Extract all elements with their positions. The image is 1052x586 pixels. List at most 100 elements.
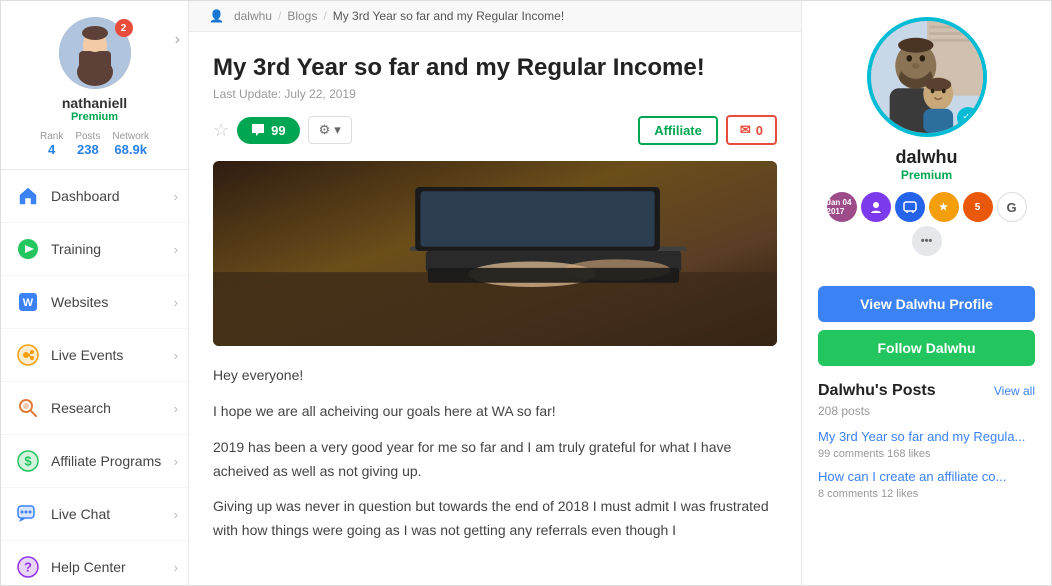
author-profile-card: ★ dalwhu Premium Jan 04 2017 ★ 5 G ••• bbox=[818, 17, 1035, 270]
author-avatar: ★ bbox=[867, 17, 987, 137]
help-center-chevron: › bbox=[174, 560, 178, 575]
post-date: Last Update: July 22, 2019 bbox=[213, 87, 777, 101]
author-premium: Premium bbox=[901, 168, 952, 182]
dashboard-label: Dashboard bbox=[51, 188, 120, 204]
right-sidebar: ★ dalwhu Premium Jan 04 2017 ★ 5 G ••• V… bbox=[801, 1, 1051, 585]
star-icon[interactable]: ☆ bbox=[213, 120, 229, 141]
settings-button[interactable]: ⚙ ▾ bbox=[308, 116, 352, 144]
user-icon: 👤 bbox=[209, 9, 224, 23]
gear-icon: ⚙ bbox=[319, 122, 331, 138]
sidebar-item-research[interactable]: Research › bbox=[1, 382, 188, 435]
profile-nav-arrow[interactable]: › bbox=[175, 31, 180, 49]
posts-section-title: Dalwhu's Posts bbox=[818, 382, 936, 400]
video-icon bbox=[15, 342, 41, 368]
breadcrumb-sep1: / bbox=[278, 9, 281, 23]
live-chat-chevron: › bbox=[174, 507, 178, 522]
sidebar-item-websites[interactable]: W Websites › bbox=[1, 276, 188, 329]
notification-badge: 2 bbox=[115, 19, 133, 37]
settings-chevron: ▾ bbox=[334, 122, 341, 138]
research-label: Research bbox=[51, 400, 111, 416]
badge-more: ••• bbox=[912, 226, 942, 256]
research-icon bbox=[15, 395, 41, 421]
rank-value: 4 bbox=[48, 142, 55, 157]
stats-row: Rank 4 Posts 238 Network 68.9k bbox=[40, 131, 149, 157]
question-icon: ? bbox=[15, 554, 41, 580]
play-icon bbox=[15, 236, 41, 262]
post-link-title-2[interactable]: How can I create an affiliate co... bbox=[818, 468, 1035, 486]
sidebar-item-training[interactable]: Training › bbox=[1, 223, 188, 276]
home-icon bbox=[15, 183, 41, 209]
posts-value: 238 bbox=[77, 142, 99, 157]
affiliate-button[interactable]: Affiliate bbox=[638, 116, 718, 145]
badge-5: 5 bbox=[963, 192, 993, 222]
posts-label: Posts bbox=[75, 131, 100, 142]
author-name: dalwhu bbox=[896, 147, 958, 168]
help-center-label: Help Center bbox=[51, 559, 126, 575]
sidebar-profile: 2 › nathaniell Premium Rank 4 Posts 238 … bbox=[1, 1, 188, 170]
breadcrumb-current: My 3rd Year so far and my Regular Income… bbox=[333, 9, 564, 23]
sidebar-item-live-chat[interactable]: Live Chat › bbox=[1, 488, 188, 541]
research-chevron: › bbox=[174, 401, 178, 416]
view-all-link[interactable]: View all bbox=[994, 384, 1035, 398]
sidebar-item-help-center[interactable]: ? Help Center › bbox=[1, 541, 188, 585]
view-profile-button[interactable]: View Dalwhu Profile bbox=[818, 286, 1035, 322]
live-events-label: Live Events bbox=[51, 347, 123, 363]
post-paragraph-2: I hope we are all acheiving our goals he… bbox=[213, 400, 777, 424]
post-hero-image bbox=[213, 161, 777, 346]
post-actions: ☆ 99 ⚙ ▾ Affiliate ✉ bbox=[213, 115, 777, 145]
post-link-title-1[interactable]: My 3rd Year so far and my Regula... bbox=[818, 428, 1035, 446]
affiliate-programs-chevron: › bbox=[174, 454, 178, 469]
badge-blue bbox=[895, 192, 925, 222]
post-paragraph-1: Hey everyone! bbox=[213, 364, 777, 388]
breadcrumb-user[interactable]: dalwhu bbox=[234, 9, 272, 23]
posts-header: Dalwhu's Posts View all bbox=[818, 382, 1035, 400]
post-area: My 3rd Year so far and my Regular Income… bbox=[189, 32, 801, 585]
mail-button[interactable]: ✉ 0 bbox=[726, 115, 777, 145]
training-chevron: › bbox=[174, 242, 178, 257]
training-label: Training bbox=[51, 241, 101, 257]
badge-2017: Jan 04 2017 bbox=[827, 192, 857, 222]
comment-icon bbox=[251, 123, 265, 137]
svg-text:?: ? bbox=[24, 560, 32, 575]
svg-text:$: $ bbox=[24, 454, 32, 469]
sidebar-nav: Dashboard › Training › bbox=[1, 170, 188, 585]
breadcrumb-sep2: / bbox=[323, 9, 326, 23]
avatar: 2 bbox=[59, 17, 131, 89]
comment-count: 99 bbox=[271, 123, 285, 138]
post-title: My 3rd Year so far and my Regular Income… bbox=[213, 52, 777, 83]
mail-icon: ✉ bbox=[740, 122, 751, 138]
chat-icon bbox=[15, 501, 41, 527]
author-posts-section: Dalwhu's Posts View all 208 posts My 3rd… bbox=[818, 382, 1035, 500]
sidebar-item-affiliate-programs[interactable]: $ Affiliate Programs › bbox=[1, 435, 188, 488]
breadcrumb-blogs[interactable]: Blogs bbox=[287, 9, 317, 23]
rank-label: Rank bbox=[40, 131, 63, 142]
main-content: 👤 dalwhu / Blogs / My 3rd Year so far an… bbox=[189, 1, 801, 585]
network-value: 68.9k bbox=[114, 142, 147, 157]
premium-badge: Premium bbox=[71, 111, 118, 123]
svg-text:W: W bbox=[23, 297, 34, 309]
websites-chevron: › bbox=[174, 295, 178, 310]
affiliate-programs-label: Affiliate Programs bbox=[51, 453, 161, 469]
badge-google: G bbox=[997, 192, 1027, 222]
posts-count: 208 posts bbox=[818, 404, 1035, 418]
badge-gold: ★ bbox=[929, 192, 959, 222]
comment-button[interactable]: 99 bbox=[237, 117, 299, 144]
sidebar-item-live-events[interactable]: Live Events › bbox=[1, 329, 188, 382]
live-events-chevron: › bbox=[174, 348, 178, 363]
breadcrumb: 👤 dalwhu / Blogs / My 3rd Year so far an… bbox=[189, 1, 801, 32]
post-actions-right: Affiliate ✉ 0 bbox=[638, 115, 777, 145]
follow-button[interactable]: Follow Dalwhu bbox=[818, 330, 1035, 366]
post-body: Hey everyone! I hope we are all acheivin… bbox=[213, 364, 777, 543]
websites-label: Websites bbox=[51, 294, 108, 310]
badge-purple bbox=[861, 192, 891, 222]
dashboard-chevron: › bbox=[174, 189, 178, 204]
mail-count: 0 bbox=[756, 123, 763, 138]
sidebar-item-dashboard[interactable]: Dashboard › bbox=[1, 170, 188, 223]
post-actions-left: ☆ 99 ⚙ ▾ bbox=[213, 116, 352, 144]
list-item: How can I create an affiliate co... 8 co… bbox=[818, 468, 1035, 500]
network-label: Network bbox=[112, 131, 149, 142]
username: nathaniell bbox=[62, 95, 127, 111]
author-star-badge: ★ bbox=[957, 107, 979, 129]
post-link-meta-2: 8 comments 12 likes bbox=[818, 488, 1035, 500]
post-paragraph-3: 2019 has been a very good year for me so… bbox=[213, 436, 777, 484]
